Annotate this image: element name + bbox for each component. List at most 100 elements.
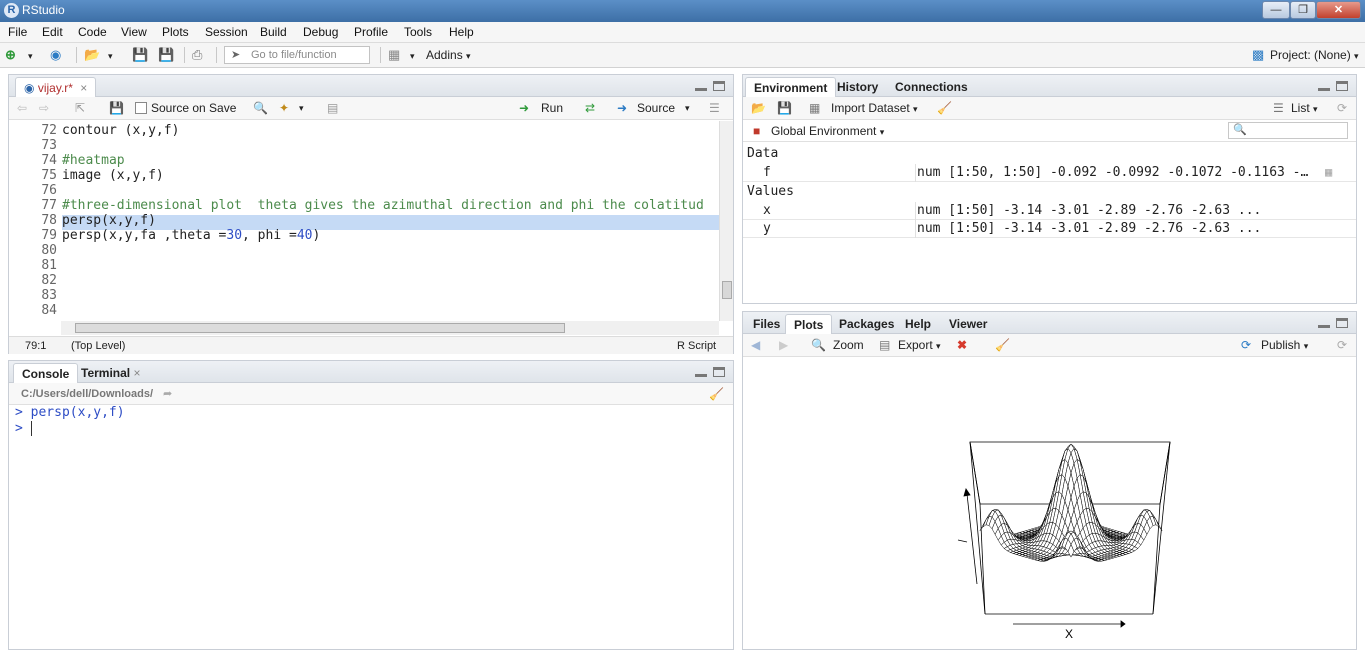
open-dropdown-icon[interactable]: ▾ xyxy=(108,48,113,64)
minimize-pane-icon[interactable] xyxy=(695,88,707,91)
maximize-plots-icon[interactable] xyxy=(1336,318,1348,328)
menu-code[interactable]: Code xyxy=(78,25,107,39)
compile-report-icon[interactable]: ▤ xyxy=(327,101,338,115)
menu-tools[interactable]: Tools xyxy=(404,25,432,39)
outline-icon[interactable]: ☰ xyxy=(709,101,720,115)
source-icon[interactable]: ➜ xyxy=(617,101,627,115)
next-plot-icon[interactable]: ▶ xyxy=(779,338,788,352)
env-row-y[interactable]: y num [1:50] -3.14 -3.01 -2.89 -2.76 -2.… xyxy=(743,220,1356,238)
clear-workspace-icon[interactable]: 🧹 xyxy=(937,101,952,115)
import-dataset-button[interactable]: Import Dataset ▾ xyxy=(831,101,918,115)
file-type-selector[interactable]: R Script xyxy=(677,340,716,352)
export-button[interactable]: Export ▾ xyxy=(898,338,941,352)
env-row-x[interactable]: x num [1:50] -3.14 -3.01 -2.89 -2.76 -2.… xyxy=(743,202,1356,220)
main-toolbar: ⊕ ▾ ◉ 📂 ▾ 💾 💾 ⎙ ➤ Go to file/function ▦ … xyxy=(0,43,1365,68)
load-workspace-icon[interactable]: 📂 xyxy=(751,101,766,115)
horizontal-scroll-thumb[interactable] xyxy=(75,323,565,333)
scope-selector[interactable]: (Top Level) xyxy=(71,340,125,352)
save-workspace-icon[interactable]: 💾 xyxy=(777,101,792,115)
save-icon[interactable]: 💾 xyxy=(132,47,148,63)
editor-tab-vijay[interactable]: ◉ vijay.r* × xyxy=(15,77,97,97)
menu-build[interactable]: Build xyxy=(260,25,287,39)
grid-layout-icon[interactable]: ▦ xyxy=(388,47,400,63)
new-project-icon[interactable]: ◉ xyxy=(50,47,61,63)
env-search-input[interactable]: 🔍 xyxy=(1228,122,1348,139)
magic-wand-icon[interactable]: ✦ xyxy=(279,101,289,115)
wand-dropdown-icon[interactable]: ▾ xyxy=(299,103,304,114)
source-button[interactable]: Source xyxy=(637,101,675,115)
editor-save-icon[interactable]: 💾 xyxy=(109,101,124,115)
code-area[interactable]: 72 contour (x,y,f) 73 74 #heatmap 75 ima… xyxy=(9,121,719,321)
clear-console-icon[interactable]: 🧹 xyxy=(709,387,724,401)
view-mode-selector[interactable]: List ▾ xyxy=(1291,101,1318,115)
new-file-dropdown-icon[interactable]: ▾ xyxy=(28,48,33,64)
source-on-save-checkbox[interactable] xyxy=(135,102,147,114)
forward-arrow-icon[interactable]: ⇨ xyxy=(39,101,49,115)
menu-profile[interactable]: Profile xyxy=(354,25,388,39)
previous-plot-icon[interactable]: ◀ xyxy=(751,338,760,352)
menu-file[interactable]: File xyxy=(8,25,27,39)
menu-edit[interactable]: Edit xyxy=(42,25,63,39)
menu-session[interactable]: Session xyxy=(205,25,248,39)
close-button[interactable]: ✕ xyxy=(1316,1,1361,19)
maximize-console-icon[interactable] xyxy=(713,367,725,377)
tab-terminal[interactable]: Terminal × xyxy=(73,363,148,383)
export-icon: ▤ xyxy=(879,338,891,352)
menu-debug[interactable]: Debug xyxy=(303,25,338,39)
zoom-button[interactable]: Zoom xyxy=(833,338,864,352)
tab-plots[interactable]: Plots xyxy=(785,314,833,334)
print-icon[interactable]: ⎙ xyxy=(192,47,202,63)
back-arrow-icon[interactable]: ⇦ xyxy=(17,101,27,115)
remove-plot-icon[interactable]: ✖ xyxy=(957,338,967,352)
view-data-icon[interactable]: ▦ xyxy=(1325,165,1332,179)
layout-dropdown-icon[interactable]: ▾ xyxy=(410,48,415,64)
vertical-scroll-thumb[interactable] xyxy=(722,281,732,299)
minimize-button[interactable]: — xyxy=(1262,1,1290,19)
save-all-icon[interactable]: 💾 xyxy=(158,47,174,63)
global-environment-selector[interactable]: Global Environment ▾ xyxy=(771,124,884,138)
gutter-77: 77 xyxy=(41,198,57,213)
gutter-82: 82 xyxy=(41,273,57,288)
tab-packages[interactable]: Packages xyxy=(831,314,902,334)
working-directory[interactable]: C:/Users/dell/Downloads/ xyxy=(21,388,153,400)
publish-button[interactable]: Publish ▾ xyxy=(1261,338,1308,352)
vertical-scrollbar[interactable] xyxy=(719,121,733,321)
minimize-plots-icon[interactable] xyxy=(1318,325,1330,328)
project-menu[interactable]: Project: (None) ▾ xyxy=(1270,48,1359,62)
minimize-console-icon[interactable] xyxy=(695,374,707,377)
addins-button[interactable]: Addins ▾ xyxy=(426,48,471,62)
r-file-icon: ◉ xyxy=(24,81,35,95)
refresh-env-icon[interactable]: ⟳ xyxy=(1337,101,1347,115)
goto-file-input[interactable]: ➤ Go to file/function xyxy=(224,46,370,64)
env-row-f[interactable]: f num [1:50, 1:50] -0.092 -0.0992 -0.107… xyxy=(743,164,1356,182)
clear-plots-icon[interactable]: 🧹 xyxy=(995,338,1010,352)
search-icon[interactable]: 🔍 xyxy=(253,101,268,115)
menu-plots[interactable]: Plots xyxy=(162,25,189,39)
menu-help[interactable]: Help xyxy=(449,25,474,39)
tab-connections[interactable]: Connections xyxy=(887,77,976,97)
run-icon[interactable]: ➜ xyxy=(519,101,529,115)
close-tab-icon[interactable]: × xyxy=(80,81,87,95)
new-file-icon[interactable]: ⊕ xyxy=(5,47,16,63)
tab-files[interactable]: Files xyxy=(745,314,788,334)
show-in-window-icon[interactable]: ⇱ xyxy=(75,101,85,115)
maximize-pane-icon[interactable] xyxy=(713,81,725,91)
open-folder-icon[interactable]: 📂 xyxy=(84,47,100,63)
go-to-directory-icon[interactable]: ➦ xyxy=(163,387,172,400)
maximize-env-icon[interactable] xyxy=(1336,81,1348,91)
rerun-icon[interactable]: ⇄ xyxy=(585,101,595,115)
minimize-env-icon[interactable] xyxy=(1318,88,1330,91)
maximize-button[interactable]: ❐ xyxy=(1290,1,1316,19)
tab-history[interactable]: History xyxy=(829,77,886,97)
values-section-header: Values xyxy=(747,184,794,199)
run-button[interactable]: Run xyxy=(541,101,563,115)
console-input-line[interactable]: > xyxy=(15,421,40,436)
tab-environment[interactable]: Environment xyxy=(745,77,837,97)
source-dropdown-icon[interactable]: ▾ xyxy=(685,103,690,114)
tab-help[interactable]: Help xyxy=(897,314,939,334)
tab-viewer[interactable]: Viewer xyxy=(941,314,995,334)
refresh-plot-icon[interactable]: ⟳ xyxy=(1337,338,1347,352)
tab-console[interactable]: Console xyxy=(13,363,79,383)
menu-view[interactable]: View xyxy=(121,25,147,39)
horizontal-scrollbar[interactable] xyxy=(61,321,719,335)
